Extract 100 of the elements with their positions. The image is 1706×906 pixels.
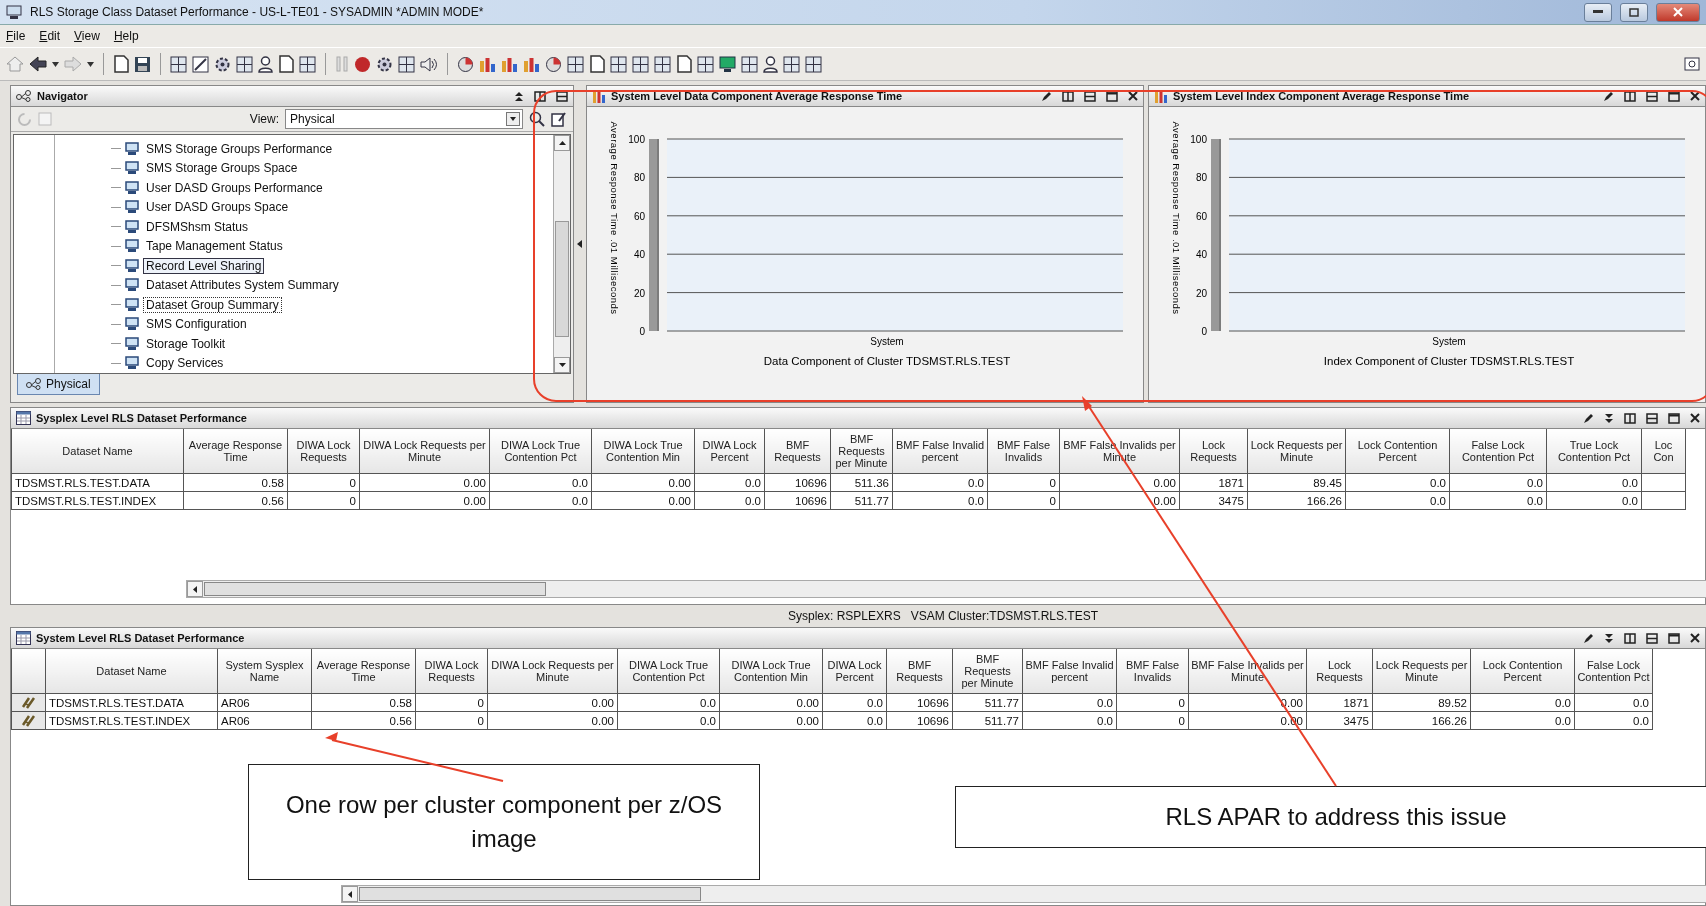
view-dropdown[interactable]: Physical [285, 109, 523, 129]
document-icon[interactable] [676, 55, 692, 73]
grid-icon[interactable] [170, 55, 187, 73]
column-header[interactable]: DIWA Lock True Contention Min [591, 429, 695, 474]
pencil-icon[interactable] [1041, 90, 1052, 102]
column-header[interactable]: Lock Contention Percent [1470, 649, 1575, 694]
maximize-icon[interactable] [1668, 632, 1680, 644]
double-chevron-icon[interactable] [1604, 632, 1614, 644]
column-header[interactable]: BMF False Invalid percent [892, 429, 988, 474]
column-header[interactable]: BMF Requests per Minute [830, 429, 893, 474]
edit-icon[interactable] [551, 111, 567, 127]
column-header[interactable]: DIWA Lock Percent [694, 429, 765, 474]
menu-item[interactable]: File [6, 29, 26, 43]
column-header[interactable]: DIWA Lock True Contention Pct [617, 649, 720, 694]
split-vertical-icon[interactable] [1624, 632, 1636, 644]
speaker-icon[interactable] [420, 55, 438, 73]
pencil-icon[interactable] [1583, 412, 1594, 424]
grid-icon[interactable] [741, 55, 758, 73]
minimize-button[interactable] [1584, 2, 1612, 22]
column-header[interactable]: Average Response Time [311, 649, 416, 694]
column-header[interactable]: Average Response Time [183, 429, 288, 474]
close-icon[interactable] [1128, 91, 1138, 101]
split-horizontal-icon[interactable] [1084, 90, 1096, 102]
column-header[interactable]: False Lock Contention Pct [1574, 649, 1653, 694]
scrollbar[interactable] [186, 580, 1706, 598]
double-chevron-icon[interactable] [1604, 412, 1614, 424]
maximize-icon[interactable] [1106, 90, 1118, 102]
document-icon[interactable] [589, 55, 605, 73]
grid-icon[interactable] [783, 55, 800, 73]
split-vertical-icon[interactable] [1624, 90, 1636, 102]
column-header[interactable]: DIWA Lock Requests [415, 649, 488, 694]
save-icon[interactable] [134, 55, 151, 73]
bar-chart-icon[interactable] [523, 55, 540, 73]
monitor-icon[interactable] [719, 55, 736, 73]
column-header[interactable]: Dataset Name [45, 649, 218, 694]
tree-item[interactable]: DFSMShsm Status [143, 218, 252, 235]
column-header[interactable]: Dataset Name [11, 429, 184, 474]
column-header[interactable]: BMF Requests [886, 649, 953, 694]
column-header[interactable]: Lock Requests per Minute [1372, 649, 1471, 694]
maximize-button[interactable] [1620, 2, 1648, 22]
close-icon[interactable] [1690, 413, 1700, 423]
column-header[interactable]: DIWA Lock Requests [287, 429, 360, 474]
grid-icon[interactable] [236, 55, 253, 73]
tree-item[interactable]: User DASD Groups Performance [143, 179, 326, 196]
window-icon[interactable] [1684, 56, 1700, 72]
close-icon[interactable] [1690, 91, 1700, 101]
tree-item[interactable]: User DASD Groups Space [143, 199, 292, 216]
caret-icon[interactable] [52, 61, 59, 67]
tree-item[interactable]: Record Level Sharing [143, 257, 265, 274]
column-header[interactable]: DIWA Lock Requests per Minute [359, 429, 490, 474]
column-header[interactable]: True Lock Contention Pct [1546, 429, 1642, 474]
pie-icon[interactable] [457, 55, 474, 73]
scrollbar[interactable] [341, 885, 1706, 903]
column-header[interactable]: DIWA Lock Percent [822, 649, 887, 694]
split-vertical-icon[interactable] [1062, 90, 1074, 102]
grid-icon[interactable] [632, 55, 649, 73]
collapse-icon[interactable] [514, 90, 524, 102]
grid-icon[interactable] [567, 55, 584, 73]
bar-chart-icon[interactable] [501, 55, 518, 73]
person-icon[interactable] [763, 55, 778, 73]
gear-icon[interactable] [376, 55, 393, 73]
split-horizontal-icon[interactable] [1646, 632, 1658, 644]
column-header[interactable]: BMF False Invalid percent [1022, 649, 1117, 694]
person-icon[interactable] [258, 55, 273, 73]
document-icon[interactable] [278, 55, 294, 73]
column-header[interactable]: False Lock Contention Pct [1449, 429, 1547, 474]
close-icon[interactable] [1690, 633, 1700, 643]
column-header[interactable]: System Sysplex Name [217, 649, 312, 694]
close-button[interactable] [1656, 2, 1700, 22]
column-header[interactable]: BMF False Invalids [987, 429, 1060, 474]
tree-item[interactable]: Dataset Attributes System Summary [143, 277, 342, 294]
grid-icon[interactable] [654, 55, 671, 73]
tree-item[interactable]: Dataset Group Summary [143, 296, 282, 313]
column-header[interactable]: BMF False Invalids [1116, 649, 1189, 694]
column-header[interactable]: Lock Requests [1179, 429, 1248, 474]
tree-item[interactable]: SMS Configuration [143, 316, 250, 333]
tree-item[interactable]: Copy Services [143, 355, 227, 372]
menu-item[interactable]: Help [113, 29, 139, 43]
pie-icon[interactable] [545, 55, 562, 73]
document-icon[interactable] [113, 55, 129, 73]
grid-icon[interactable] [805, 55, 822, 73]
gear-icon[interactable] [214, 55, 231, 73]
pencil-icon[interactable] [1583, 632, 1594, 644]
tree-item[interactable]: Tape Management Status [143, 238, 286, 255]
up-arrow-icon[interactable] [558, 141, 566, 145]
column-header[interactable]: DIWA Lock Requests per Minute [487, 649, 618, 694]
grid-icon[interactable] [398, 55, 415, 73]
split-vertical-icon[interactable] [1624, 412, 1636, 424]
maximize-icon[interactable] [1668, 90, 1680, 102]
grid-icon[interactable] [697, 55, 714, 73]
column-header[interactable]: Lock Requests per Minute [1247, 429, 1346, 474]
tree-item[interactable]: SMS Storage Groups Space [143, 160, 301, 177]
column-header[interactable]: DIWA Lock True Contention Min [719, 649, 823, 694]
caret-icon[interactable] [87, 61, 94, 67]
column-header[interactable]: BMF Requests per Minute [952, 649, 1023, 694]
left-arrow-icon[interactable] [29, 56, 47, 72]
left-arrow-icon[interactable] [193, 585, 197, 593]
tab[interactable]: Physical [17, 374, 100, 395]
tree-item[interactable]: SMS Storage Groups Performance [143, 140, 336, 157]
menu-item[interactable]: View [74, 29, 100, 43]
